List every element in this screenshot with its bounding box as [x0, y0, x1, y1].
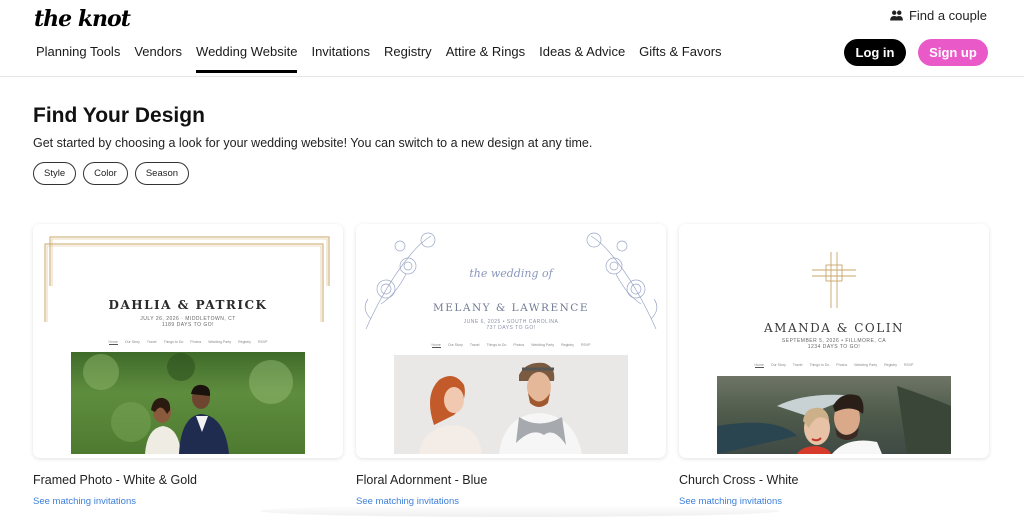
design-card: AMANDA & COLIN SEPTEMBER 5, 2026 • FILLM…	[679, 224, 989, 509]
mini-nav-item: RSVP	[257, 340, 268, 344]
nav-invitations[interactable]: Invitations	[311, 44, 370, 73]
design-name[interactable]: Framed Photo - White & Gold	[33, 473, 343, 487]
nav-wedding-website[interactable]: Wedding Website	[196, 44, 298, 73]
design-preview-church-cross[interactable]: AMANDA & COLIN SEPTEMBER 5, 2026 • FILLM…	[679, 224, 989, 458]
see-matching-invitations-link[interactable]: See matching invitations	[679, 496, 782, 507]
nav-vendors[interactable]: Vendors	[134, 44, 182, 73]
nav-ideas-advice[interactable]: Ideas & Advice	[539, 44, 625, 73]
preview-couple-names: DAHLIA & PATRICK	[108, 298, 268, 312]
login-button[interactable]: Log in	[844, 39, 906, 66]
cross-icon	[812, 252, 856, 308]
couple-photo	[717, 376, 951, 454]
main-nav: Planning Tools Vendors Wedding Website I…	[36, 44, 736, 73]
filter-color[interactable]: Color	[83, 162, 128, 185]
mini-nav-item: Photos	[836, 363, 848, 367]
preview-script-text: the wedding of	[469, 267, 554, 280]
mini-nav-item: Photos	[513, 343, 525, 347]
preview-mini-nav: Home Our Story Travel Things to Do Photos Wed…	[356, 343, 666, 348]
mini-nav-item: Home	[108, 340, 118, 345]
people-icon	[890, 10, 903, 21]
mini-nav-item: Registry	[561, 343, 574, 347]
mini-nav-item: Things to Do	[809, 363, 830, 367]
mini-nav-item: Travel	[146, 340, 157, 344]
nav-gifts-favors[interactable]: Gifts & Favors	[639, 44, 721, 73]
mini-nav-item: Things to Do	[486, 343, 507, 347]
mini-nav-item: Things to Do	[163, 340, 184, 344]
preview-mini-nav: Home Our Story Travel Things to Do Photos Wed…	[679, 363, 989, 368]
preview-mini-nav: Home Our Story Travel Things to Do Photos Wed…	[33, 340, 343, 345]
nav-attire-rings[interactable]: Attire & Rings	[446, 44, 525, 73]
mini-nav-item: Photos	[190, 340, 202, 344]
mini-nav-item: Home	[754, 363, 764, 368]
mini-nav-item: Travel	[469, 343, 480, 347]
signup-button[interactable]: Sign up	[918, 39, 988, 66]
mini-nav-item: Registry	[238, 340, 251, 344]
mini-nav-item: Our Story	[447, 343, 463, 347]
design-card: DAHLIA & PATRICK JULY 26, 2026 · MIDDLET…	[33, 224, 343, 509]
mini-nav-item: Wedding Party	[531, 343, 555, 347]
mini-nav-item: Wedding Party	[208, 340, 232, 344]
page-title: Find Your Design	[33, 104, 205, 127]
find-couple-link[interactable]: Find a couple	[890, 8, 987, 23]
page-subtitle: Get started by choosing a look for your …	[33, 136, 593, 150]
mini-nav-item: Our Story	[770, 363, 786, 367]
mini-nav-item: Registry	[884, 363, 897, 367]
mini-nav-item: Home	[431, 343, 441, 348]
nav-registry[interactable]: Registry	[384, 44, 432, 73]
site-header: the knot Find a couple Planning Tools Ve…	[0, 0, 1024, 77]
preview-couple-names: MELANY & LAWRENCE	[433, 302, 589, 314]
preview-countdown: 737 DAYS TO GO!	[486, 325, 536, 331]
design-preview-framed-photo[interactable]: DAHLIA & PATRICK JULY 26, 2026 · MIDDLET…	[33, 224, 343, 458]
mini-nav-item: Our Story	[124, 340, 140, 344]
the-knot-logo[interactable]: the knot	[34, 6, 131, 32]
mini-nav-item: Travel	[792, 363, 803, 367]
couple-photo	[71, 352, 305, 454]
mini-nav-item: RSVP	[580, 343, 591, 347]
preview-couple-names: AMANDA & COLIN	[764, 321, 904, 335]
mini-nav-item: RSVP	[903, 363, 914, 367]
find-couple-label: Find a couple	[908, 8, 987, 23]
mini-nav-item: Wedding Party	[854, 363, 878, 367]
see-matching-invitations-link[interactable]: See matching invitations	[33, 496, 136, 507]
design-card: the wedding of MELANY & LAWRENCE JUNE 6,…	[356, 224, 666, 509]
nav-planning-tools[interactable]: Planning Tools	[36, 44, 120, 73]
design-preview-floral-adornment[interactable]: the wedding of MELANY & LAWRENCE JUNE 6,…	[356, 224, 666, 458]
preview-countdown: 1234 DAYS TO GO!	[807, 344, 861, 350]
filter-season[interactable]: Season	[134, 162, 190, 185]
preview-countdown: 1189 DAYS TO GO!	[161, 322, 215, 328]
design-name[interactable]: Floral Adornment - Blue	[356, 473, 666, 487]
filter-chips: Style Color Season	[33, 162, 190, 185]
design-name[interactable]: Church Cross - White	[679, 473, 989, 487]
couple-photo	[394, 355, 628, 454]
filter-style[interactable]: Style	[33, 162, 77, 185]
scroll-shadow	[260, 505, 780, 517]
